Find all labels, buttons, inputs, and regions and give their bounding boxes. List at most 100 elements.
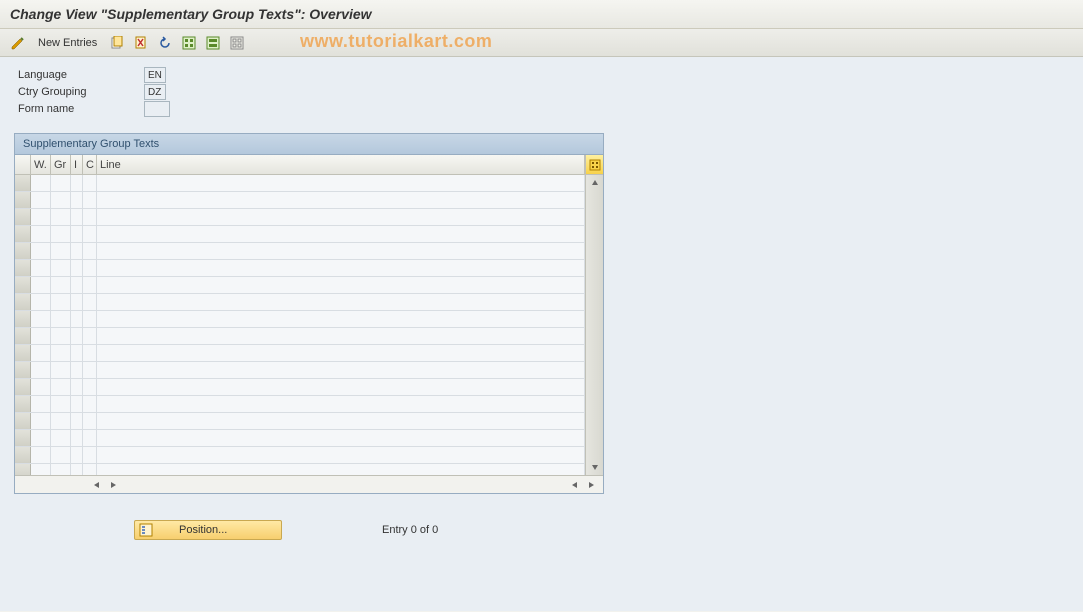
row-selector[interactable] <box>15 277 31 293</box>
cell-c[interactable] <box>83 175 97 191</box>
cell-i[interactable] <box>71 192 83 208</box>
cell-w[interactable] <box>31 362 51 378</box>
row-selector[interactable] <box>15 464 31 475</box>
table-row[interactable] <box>15 260 585 277</box>
table-row[interactable] <box>15 226 585 243</box>
cell-line[interactable] <box>97 328 585 344</box>
cell-w[interactable] <box>31 260 51 276</box>
cell-w[interactable] <box>31 294 51 310</box>
table-row[interactable] <box>15 345 585 362</box>
cell-gr[interactable] <box>51 311 71 327</box>
cell-c[interactable] <box>83 328 97 344</box>
cell-c[interactable] <box>83 396 97 412</box>
new-entries-button[interactable]: New Entries <box>32 35 103 51</box>
cell-i[interactable] <box>71 226 83 242</box>
cell-w[interactable] <box>31 345 51 361</box>
scroll-down-icon[interactable] <box>588 460 602 474</box>
vscroll-track[interactable] <box>586 191 603 459</box>
row-selector[interactable] <box>15 447 31 463</box>
cell-i[interactable] <box>71 277 83 293</box>
col-i[interactable]: I <box>71 155 83 174</box>
cell-w[interactable] <box>31 243 51 259</box>
copy-icon[interactable] <box>107 33 127 53</box>
scroll-left-icon[interactable] <box>90 478 104 492</box>
cell-line[interactable] <box>97 277 585 293</box>
cell-c[interactable] <box>83 294 97 310</box>
cell-i[interactable] <box>71 345 83 361</box>
cell-c[interactable] <box>83 260 97 276</box>
cell-c[interactable] <box>83 413 97 429</box>
cell-line[interactable] <box>97 362 585 378</box>
cell-line[interactable] <box>97 243 585 259</box>
cell-w[interactable] <box>31 396 51 412</box>
cell-line[interactable] <box>97 192 585 208</box>
cell-w[interactable] <box>31 464 51 475</box>
col-w[interactable]: W. <box>31 155 51 174</box>
cell-line[interactable] <box>97 345 585 361</box>
scroll-left2-icon[interactable] <box>568 478 582 492</box>
row-selector[interactable] <box>15 379 31 395</box>
cell-i[interactable] <box>71 175 83 191</box>
table-row[interactable] <box>15 379 585 396</box>
cell-w[interactable] <box>31 379 51 395</box>
cell-gr[interactable] <box>51 328 71 344</box>
cell-i[interactable] <box>71 464 83 475</box>
cell-gr[interactable] <box>51 175 71 191</box>
table-row[interactable] <box>15 328 585 345</box>
cell-w[interactable] <box>31 175 51 191</box>
row-selector[interactable] <box>15 430 31 446</box>
cell-gr[interactable] <box>51 396 71 412</box>
cell-c[interactable] <box>83 345 97 361</box>
cell-gr[interactable] <box>51 413 71 429</box>
ctry-grouping-field[interactable] <box>144 84 166 100</box>
row-selector[interactable] <box>15 396 31 412</box>
form-name-field[interactable] <box>144 101 170 117</box>
cell-line[interactable] <box>97 260 585 276</box>
row-selector[interactable] <box>15 175 31 191</box>
cell-w[interactable] <box>31 447 51 463</box>
hscroll-track[interactable] <box>125 480 563 490</box>
undo-icon[interactable] <box>155 33 175 53</box>
vertical-scrollbar[interactable] <box>585 175 603 475</box>
cell-w[interactable] <box>31 328 51 344</box>
cell-c[interactable] <box>83 243 97 259</box>
row-selector[interactable] <box>15 311 31 327</box>
cell-i[interactable] <box>71 447 83 463</box>
scroll-right-icon[interactable] <box>106 478 120 492</box>
cell-gr[interactable] <box>51 447 71 463</box>
table-row[interactable] <box>15 311 585 328</box>
cell-c[interactable] <box>83 311 97 327</box>
row-selector[interactable] <box>15 328 31 344</box>
cell-w[interactable] <box>31 413 51 429</box>
cell-c[interactable] <box>83 362 97 378</box>
cell-line[interactable] <box>97 430 585 446</box>
table-row[interactable] <box>15 396 585 413</box>
table-row[interactable] <box>15 447 585 464</box>
row-selector[interactable] <box>15 260 31 276</box>
toggle-change-icon[interactable] <box>8 33 28 53</box>
cell-i[interactable] <box>71 430 83 446</box>
select-block-icon[interactable] <box>203 33 223 53</box>
cell-c[interactable] <box>83 226 97 242</box>
table-row[interactable] <box>15 192 585 209</box>
cell-w[interactable] <box>31 311 51 327</box>
cell-gr[interactable] <box>51 362 71 378</box>
cell-i[interactable] <box>71 328 83 344</box>
table-row[interactable] <box>15 209 585 226</box>
cell-line[interactable] <box>97 464 585 475</box>
table-row[interactable] <box>15 413 585 430</box>
cell-c[interactable] <box>83 464 97 475</box>
col-line[interactable]: Line <box>97 155 585 174</box>
cell-c[interactable] <box>83 277 97 293</box>
cell-line[interactable] <box>97 396 585 412</box>
delete-icon[interactable] <box>131 33 151 53</box>
cell-gr[interactable] <box>51 192 71 208</box>
row-selector[interactable] <box>15 345 31 361</box>
col-selector[interactable] <box>15 155 31 174</box>
cell-line[interactable] <box>97 447 585 463</box>
table-row[interactable] <box>15 464 585 475</box>
row-selector[interactable] <box>15 209 31 225</box>
cell-line[interactable] <box>97 311 585 327</box>
cell-gr[interactable] <box>51 277 71 293</box>
row-selector[interactable] <box>15 192 31 208</box>
